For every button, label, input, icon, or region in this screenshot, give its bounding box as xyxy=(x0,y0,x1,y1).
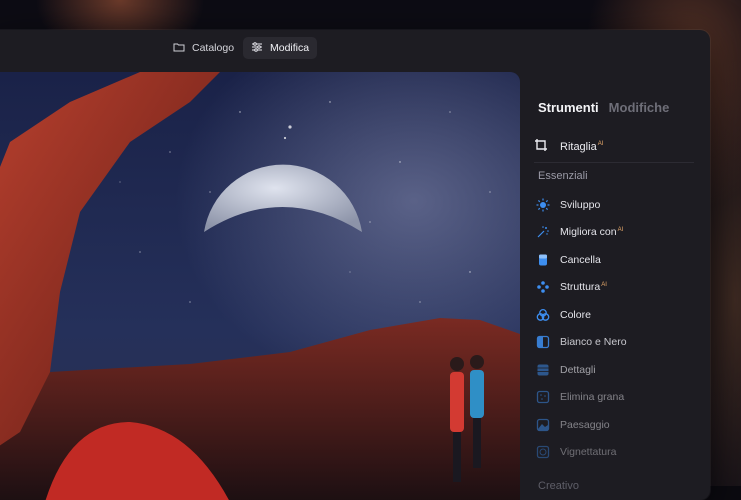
tool-label: Struttura xyxy=(560,281,601,294)
tool-label: Paesaggio xyxy=(560,418,610,431)
app-window: Catalogo Modifica Strumenti Modifiche Ri… xyxy=(0,30,710,500)
sparkle-icon xyxy=(536,225,550,239)
ai-badge: AI xyxy=(597,140,604,147)
top-toolbar: Catalogo Modifica xyxy=(0,30,710,66)
tool-vignettatura[interactable]: Vignettatura xyxy=(530,439,700,467)
structure-icon xyxy=(536,280,550,294)
tool-colore[interactable]: Colore xyxy=(530,301,700,329)
catalog-label: Catalogo xyxy=(192,42,235,54)
divider xyxy=(534,162,694,163)
tool-struttura[interactable]: StrutturaAI xyxy=(530,274,700,302)
eraser-icon xyxy=(536,253,550,267)
edit-button[interactable]: Modifica xyxy=(243,37,318,59)
vignette-icon xyxy=(536,445,550,459)
tool-paesaggio[interactable]: Paesaggio xyxy=(530,411,700,439)
panel-tabs: Strumenti Modifiche xyxy=(538,100,669,115)
color-circles-icon xyxy=(536,308,550,322)
details-icon xyxy=(536,363,550,377)
tab-strumenti[interactable]: Strumenti xyxy=(538,100,599,115)
essentials-title: Essenziali xyxy=(538,170,588,182)
catalog-button[interactable]: Catalogo xyxy=(165,37,242,59)
tool-label: Vignettatura xyxy=(560,446,617,459)
photo-canvas[interactable] xyxy=(0,72,520,500)
sun-icon xyxy=(536,198,550,212)
edit-label: Modifica xyxy=(270,42,310,54)
tool-bianco-e-nero[interactable]: Bianco e Nero xyxy=(530,329,700,357)
sliders-icon xyxy=(251,41,263,56)
tool-elimina-grana[interactable]: Elimina grana xyxy=(530,384,700,412)
essentials-tool-list: Sviluppo Migliora conAI Cancella Struttu… xyxy=(530,191,700,466)
crop-label: Ritaglia xyxy=(560,140,597,153)
tool-label: Colore xyxy=(560,308,591,321)
night-sky-photo xyxy=(0,72,520,500)
tool-sviluppo[interactable]: Sviluppo xyxy=(530,191,700,219)
tool-label: Dettagli xyxy=(560,363,596,376)
folder-icon xyxy=(173,41,185,56)
tool-label: Bianco e Nero xyxy=(560,336,627,349)
tool-label: Elimina grana xyxy=(560,391,625,404)
tool-cancella[interactable]: Cancella xyxy=(530,246,700,274)
denoise-icon xyxy=(536,390,550,404)
tool-dettagli[interactable]: Dettagli xyxy=(530,356,700,384)
tool-label: Migliora con xyxy=(560,226,617,239)
black-white-icon xyxy=(536,335,550,349)
ai-badge: AI xyxy=(601,281,607,288)
landscape-icon xyxy=(536,418,550,432)
tool-migliora-con[interactable]: Migliora conAI xyxy=(530,219,700,247)
crop-tool[interactable]: RitagliaAI xyxy=(534,138,603,155)
tool-label: Sviluppo xyxy=(560,198,601,211)
creative-title: Creativo xyxy=(538,480,579,492)
tool-label: Cancella xyxy=(560,253,601,266)
ai-badge: AI xyxy=(617,226,624,233)
tab-modifiche[interactable]: Modifiche xyxy=(609,100,670,115)
crop-icon xyxy=(534,138,548,155)
tools-panel: Strumenti Modifiche RitagliaAI Essenzial… xyxy=(520,66,710,500)
